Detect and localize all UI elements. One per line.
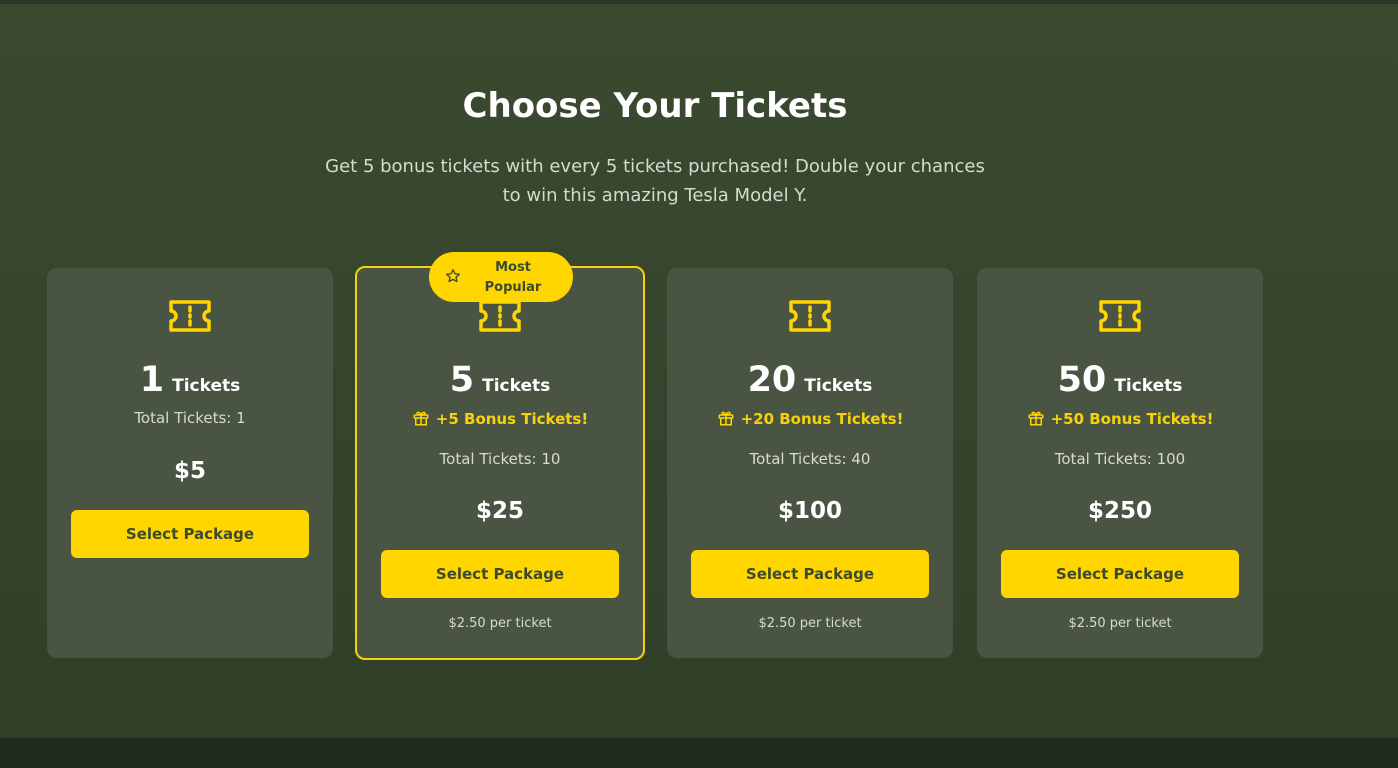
ticket-icon bbox=[789, 300, 831, 332]
package-card-50: 50 Tickets +50 Bonus Tickets! Total Ticke… bbox=[977, 268, 1263, 658]
bonus-tickets: +5 Bonus Tickets! bbox=[357, 409, 643, 428]
ticket-quantity: 1 Tickets bbox=[47, 360, 333, 400]
ticket-quantity: 20 Tickets bbox=[667, 360, 953, 400]
quantity-number: 1 bbox=[139, 360, 165, 400]
total-tickets: Total Tickets: 100 bbox=[1054, 450, 1186, 468]
package-card-20: 20 Tickets +20 Bonus Tickets! Total Ticke… bbox=[667, 268, 953, 658]
select-package-button[interactable]: Select Package bbox=[381, 550, 619, 598]
ticket-icon bbox=[169, 300, 211, 332]
ticket-quantity: 5 Tickets bbox=[357, 360, 643, 400]
bonus-text: +5 Bonus Tickets! bbox=[435, 410, 589, 428]
gift-icon bbox=[1028, 411, 1044, 426]
per-ticket-price: $2.50 per ticket bbox=[448, 616, 552, 631]
per-ticket-price: $2.50 per ticket bbox=[758, 616, 862, 631]
total-tickets: Total Tickets: 1 bbox=[134, 409, 246, 427]
package-price: $250 bbox=[1087, 498, 1152, 524]
package-card-5: Most Popular 5 Tickets +5 Bonus Tickets! … bbox=[355, 252, 645, 660]
total-tickets: Total Tickets: 40 bbox=[749, 450, 871, 468]
quantity-number: 50 bbox=[1057, 360, 1107, 400]
per-ticket-price: $2.50 per ticket bbox=[1068, 616, 1172, 631]
gift-icon bbox=[413, 411, 429, 426]
bonus-tickets: +20 Bonus Tickets! bbox=[667, 409, 953, 428]
total-tickets: Total Tickets: 10 bbox=[439, 450, 561, 468]
select-package-button[interactable]: Select Package bbox=[1001, 550, 1239, 598]
quantity-unit-label: Tickets bbox=[482, 376, 551, 396]
badge-label: Most Popular bbox=[484, 260, 542, 295]
quantity-number: 20 bbox=[747, 360, 797, 400]
package-card-1: 1 Tickets Total Tickets: 1 $5 Select Pack… bbox=[47, 268, 333, 658]
package-price: $100 bbox=[777, 498, 842, 524]
select-package-button[interactable]: Select Package bbox=[71, 510, 309, 558]
ticket-packages-section: Choose Your Tickets Get 5 bonus tickets … bbox=[0, 4, 1398, 738]
bonus-text: +50 Bonus Tickets! bbox=[1050, 410, 1214, 428]
package-price: $25 bbox=[475, 498, 524, 524]
ticket-icon bbox=[479, 300, 521, 332]
bonus-tickets: +50 Bonus Tickets! bbox=[977, 409, 1263, 428]
footer-band bbox=[0, 738, 1398, 768]
package-price: $5 bbox=[173, 458, 206, 484]
bonus-text: +20 Bonus Tickets! bbox=[740, 410, 904, 428]
ticket-icon bbox=[1099, 300, 1141, 332]
gift-icon bbox=[718, 411, 734, 426]
select-package-button[interactable]: Select Package bbox=[691, 550, 929, 598]
quantity-number: 5 bbox=[449, 360, 475, 400]
quantity-unit-label: Tickets bbox=[1114, 376, 1183, 396]
most-popular-badge: Most Popular bbox=[429, 252, 573, 302]
section-title: Choose Your Tickets bbox=[462, 86, 848, 126]
section-subtitle: Get 5 bonus tickets with every 5 tickets… bbox=[325, 156, 985, 206]
star-icon bbox=[446, 269, 460, 283]
quantity-unit-label: Tickets bbox=[172, 376, 241, 396]
ticket-quantity: 50 Tickets bbox=[977, 360, 1263, 400]
quantity-unit-label: Tickets bbox=[804, 376, 873, 396]
